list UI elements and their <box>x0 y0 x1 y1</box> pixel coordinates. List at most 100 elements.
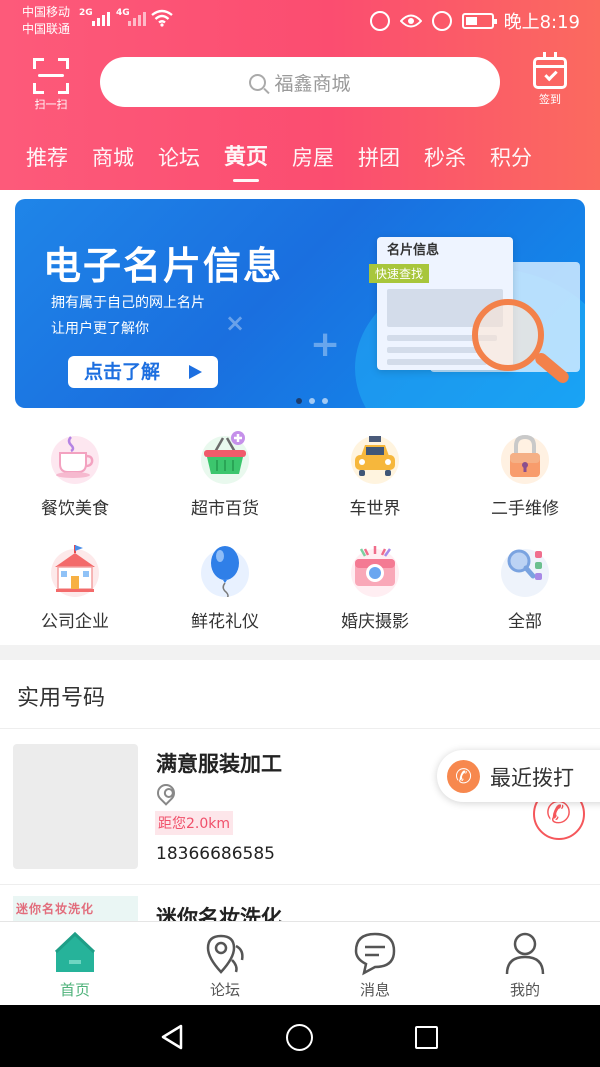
alarm-icon <box>431 11 452 31</box>
battery-icon <box>461 13 497 29</box>
home-icon <box>54 931 96 972</box>
distance-badge: 距您2.0km <box>155 811 234 835</box>
tab-points[interactable]: 积分 <box>490 140 532 180</box>
banner-subtitle-1: 拥有属于自己的网上名片 <box>51 295 205 311</box>
carousel-dot[interactable] <box>296 398 302 404</box>
card-tag: 快速查找 <box>369 264 430 283</box>
banner-title: 电子名片信息 <box>43 244 284 288</box>
category-grid: 餐饮美食 超市百货 车世界 二手维修 公司企业 鲜花礼仪 婚庆摄影 全部 <box>0 422 600 648</box>
tab-group-buy[interactable]: 拼团 <box>358 140 400 180</box>
nav-forum[interactable]: 论坛 <box>150 922 300 1006</box>
promo-banner[interactable]: + × 电子名片信息 拥有属于自己的网上名片 让用户更了解你 点击了解 名片信息… <box>15 199 585 408</box>
signin-label: 签到 <box>539 93 561 106</box>
taxi-icon <box>351 436 399 484</box>
status-right: 晚上8:19 <box>369 8 580 34</box>
category-all[interactable]: 全部 <box>450 535 600 648</box>
category-flowers[interactable]: 鲜花礼仪 <box>150 535 300 648</box>
nav-label: 消息 <box>359 981 390 999</box>
useful-numbers-section: 实用号码 满意服装加工 距您2.0km 18366686585 ✆ 最近拨打 迷… <box>0 660 600 925</box>
recent-calls-button[interactable]: ✆ 最近拨打 <box>437 750 600 802</box>
padlock-icon <box>501 434 549 484</box>
category-label: 公司企业 <box>41 612 109 632</box>
category-label: 鲜花礼仪 <box>191 612 259 632</box>
camera-icon <box>351 546 399 597</box>
play-arrow-icon <box>189 365 202 379</box>
map-pin-icon <box>206 934 244 974</box>
thumbnail-text: 迷你名妆洗化 <box>16 902 95 916</box>
category-company[interactable]: 公司企业 <box>0 535 150 648</box>
carrier-names: 中国移动 中国联通 <box>22 4 70 38</box>
tab-yellow-pages[interactable]: 黄页 <box>224 140 268 182</box>
banner-learn-more-button[interactable]: 点击了解 <box>68 356 218 388</box>
listing-thumbnail[interactable] <box>13 744 138 869</box>
chat-bubble-icon <box>354 932 396 976</box>
tab-mall[interactable]: 商城 <box>92 140 134 180</box>
nfc-icon <box>369 11 390 31</box>
scan-button[interactable]: 扫一扫 <box>28 58 74 111</box>
phone-icon: ✆ <box>447 760 480 793</box>
wifi-icon <box>151 9 173 27</box>
nav-label: 我的 <box>509 981 540 999</box>
card-title: 名片信息 <box>387 243 440 258</box>
tab-recommend[interactable]: 推荐 <box>26 140 68 180</box>
carrier-1: 中国移动 <box>22 5 71 19</box>
section-title: 实用号码 <box>17 686 106 711</box>
tab-housing[interactable]: 房屋 <box>292 140 334 180</box>
main-content: + × 电子名片信息 拥有属于自己的网上名片 让用户更了解你 点击了解 名片信息… <box>0 190 600 645</box>
nav-messages[interactable]: 消息 <box>300 922 450 1006</box>
tab-forum[interactable]: 论坛 <box>158 140 200 180</box>
carousel-dots <box>296 398 328 404</box>
network-type-1: 2G <box>79 8 93 18</box>
divider <box>0 884 600 885</box>
category-wedding-photo[interactable]: 婚庆摄影 <box>300 535 450 648</box>
tab-flash-sale[interactable]: 秒杀 <box>424 140 466 180</box>
category-label: 车世界 <box>349 499 401 519</box>
all-apps-icon <box>501 549 549 597</box>
user-icon <box>505 932 545 975</box>
category-supermarket[interactable]: 超市百货 <box>150 422 300 535</box>
nav-label: 论坛 <box>209 981 240 999</box>
balloon-icon <box>201 546 249 597</box>
category-label: 超市百货 <box>191 499 259 519</box>
listing-name[interactable]: 满意服装加工 <box>156 748 282 778</box>
category-secondhand[interactable]: 二手维修 <box>450 422 600 535</box>
eye-comfort-icon <box>399 14 422 28</box>
status-bar: 中国移动 中国联通 2G 4G 晚上8:19 <box>0 0 600 42</box>
home-circle-icon[interactable] <box>286 1024 313 1051</box>
scan-label: 扫一扫 <box>34 98 68 111</box>
carousel-dot[interactable] <box>322 398 328 404</box>
carousel-dot[interactable] <box>309 398 315 404</box>
card-line <box>387 359 487 365</box>
banner-subtitle-2: 让用户更了解你 <box>51 321 149 337</box>
signin-button[interactable]: 签到 <box>530 52 570 109</box>
listing-phone: 18366686585 <box>156 844 275 864</box>
building-icon <box>51 545 99 597</box>
scan-icon <box>33 58 69 94</box>
category-label: 餐饮美食 <box>41 499 109 519</box>
card-line <box>387 347 479 353</box>
category-label: 全部 <box>508 612 542 632</box>
search-bar[interactable]: 福鑫商城 <box>100 57 500 107</box>
category-label: 二手维修 <box>491 499 559 519</box>
search-placeholder: 福鑫商城 <box>274 72 351 95</box>
divider <box>0 728 600 729</box>
status-time: 晚上8:19 <box>503 12 580 33</box>
bottom-nav: 首页 论坛 消息 我的 <box>0 921 600 1005</box>
recent-apps-square-icon[interactable] <box>415 1026 438 1049</box>
nav-home[interactable]: 首页 <box>0 922 150 1006</box>
shopping-basket-icon <box>201 431 249 484</box>
location-pin-icon <box>153 780 179 806</box>
banner-plus-decoration: + <box>310 324 341 365</box>
category-food[interactable]: 餐饮美食 <box>0 422 150 535</box>
search-icon <box>249 73 267 91</box>
carrier-2: 中国联通 <box>22 22 71 36</box>
banner-button-label: 点击了解 <box>84 361 161 383</box>
category-label: 婚庆摄影 <box>341 612 409 632</box>
nav-mine[interactable]: 我的 <box>450 922 600 1006</box>
nav-label: 首页 <box>59 981 90 999</box>
back-triangle-icon[interactable] <box>160 1024 184 1050</box>
top-tabs: 推荐 商城 论坛 黄页 房屋 拼团 秒杀 积分 <box>0 140 600 182</box>
signal-1-icon <box>92 10 110 26</box>
banner-cross-decoration: × <box>225 309 246 337</box>
category-cars[interactable]: 车世界 <box>300 422 450 535</box>
